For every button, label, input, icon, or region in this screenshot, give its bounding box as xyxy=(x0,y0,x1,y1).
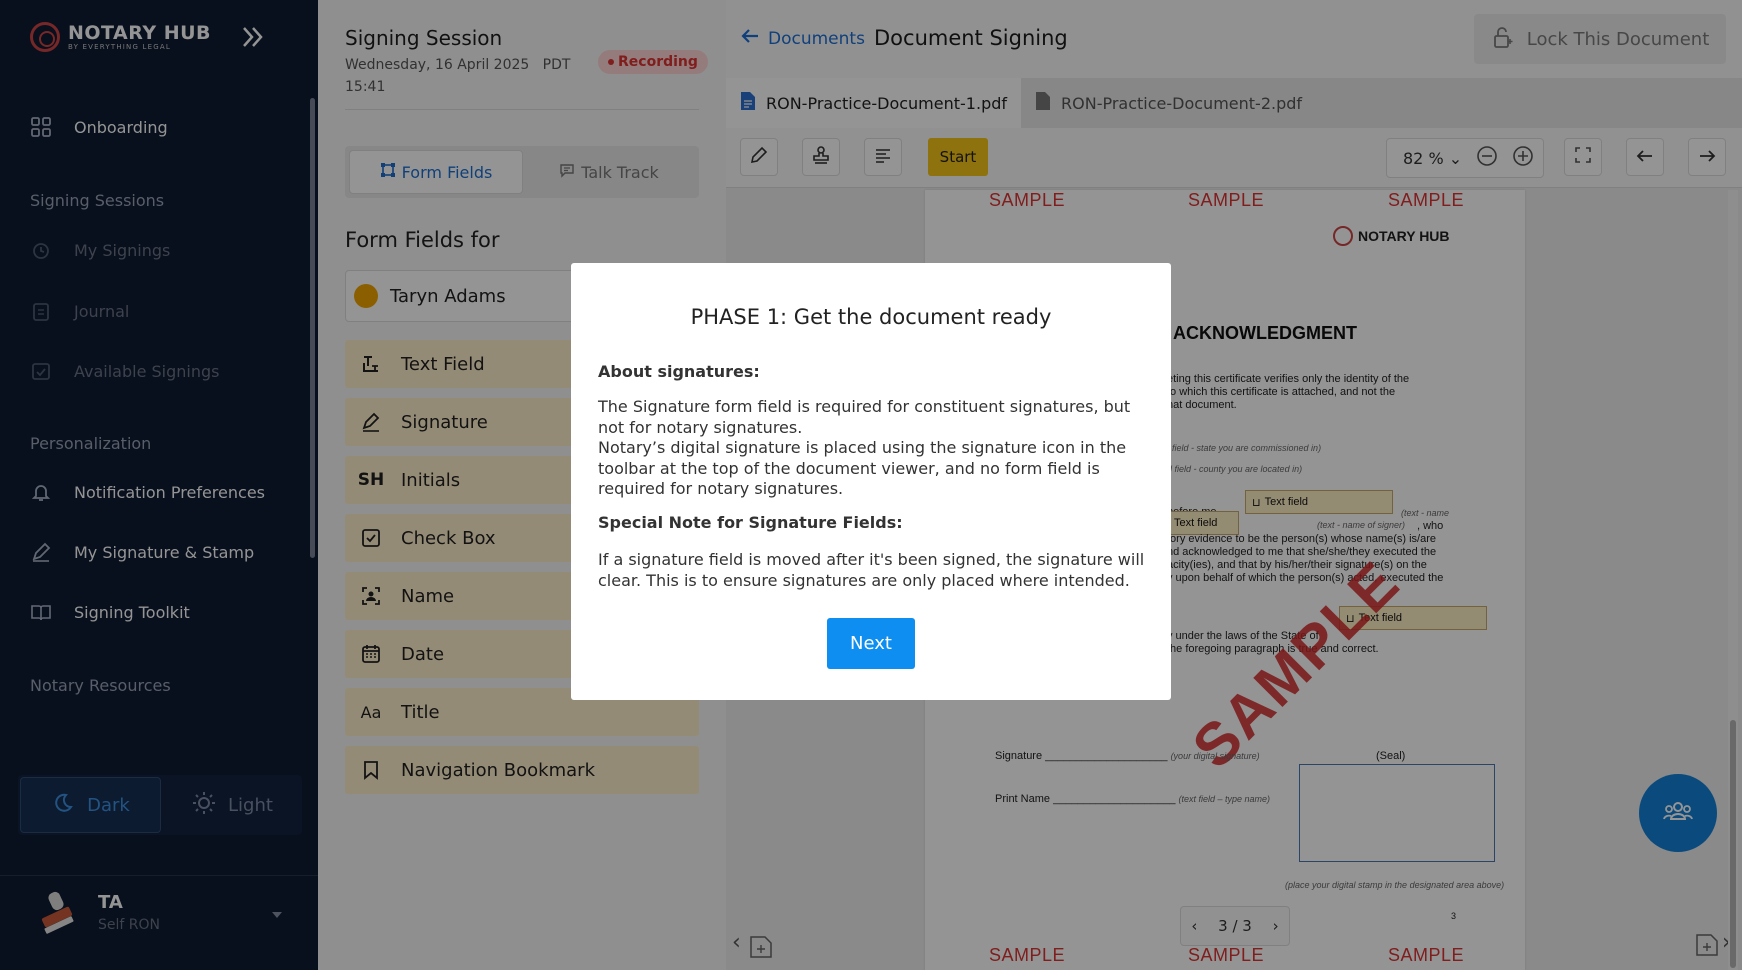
special-note-label: Special Note for Signature Fields: xyxy=(598,513,903,532)
about-signatures-body-2: Notary’s digital signature is placed usi… xyxy=(598,438,1127,498)
phase-modal: PHASE 1: Get the document ready About si… xyxy=(571,263,1171,700)
about-signatures-body-1: The Signature form field is required for… xyxy=(598,397,1131,437)
modal-title: PHASE 1: Get the document ready xyxy=(690,305,1052,329)
special-note-body: If a signature field is moved after it's… xyxy=(598,550,1145,590)
about-signatures-label: About signatures: xyxy=(598,362,760,381)
next-button[interactable]: Next xyxy=(827,618,915,669)
